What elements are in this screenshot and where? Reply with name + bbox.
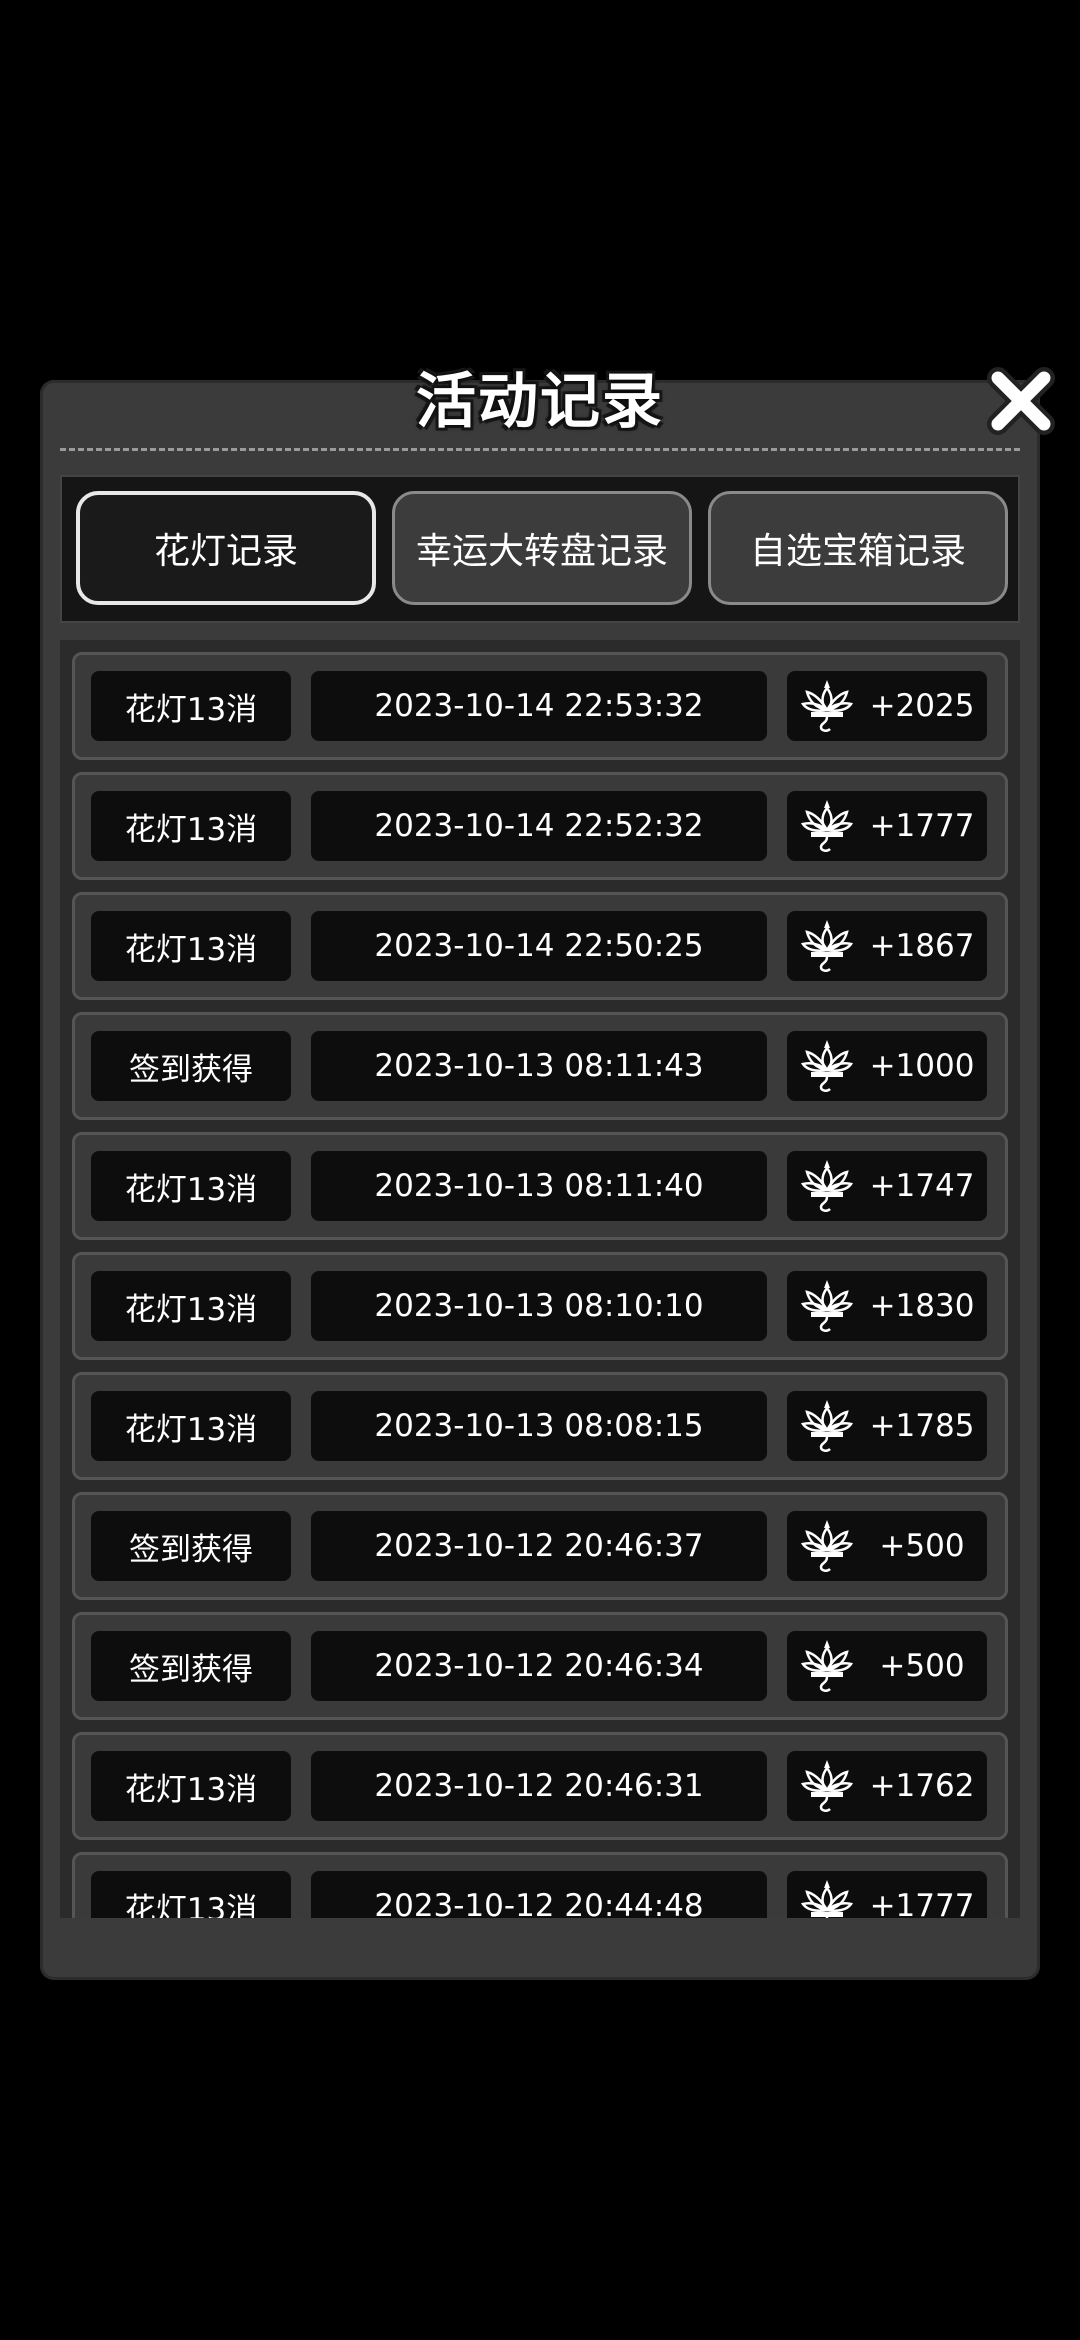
record-amount: +1000 [869,1048,975,1084]
record-amount-box: +1777 [787,1871,987,1918]
record-time: 2023-10-12 20:46:31 [311,1751,767,1821]
record-time: 2023-10-14 22:50:25 [311,911,767,981]
record-row: 签到获得 2023-10-12 20:46:34 +500 [72,1612,1008,1720]
record-amount-box: +1762 [787,1751,987,1821]
record-type: 花灯13消 [91,911,291,981]
lotus-lantern-icon [800,1760,854,1812]
record-time: 2023-10-13 08:11:43 [311,1031,767,1101]
record-amount-box: +500 [787,1631,987,1701]
tab-bar: 花灯记录 幸运大转盘记录 自选宝箱记录 [60,475,1020,623]
record-amount: +2025 [869,688,975,724]
record-row: 花灯13消 2023-10-12 20:44:48 +1777 [72,1852,1008,1918]
lotus-lantern-icon [800,1160,854,1212]
record-amount: +1867 [869,928,975,964]
record-time: 2023-10-12 20:46:34 [311,1631,767,1701]
record-amount-box: +1867 [787,911,987,981]
record-type: 签到获得 [91,1031,291,1101]
record-row: 花灯13消 2023-10-14 22:53:32 +2025 [72,652,1008,760]
record-time: 2023-10-12 20:44:48 [311,1871,767,1918]
record-amount-box: +1747 [787,1151,987,1221]
record-type: 花灯13消 [91,791,291,861]
tab-lucky-wheel-records[interactable]: 幸运大转盘记录 [392,491,692,605]
lotus-lantern-icon [800,920,854,972]
record-time: 2023-10-13 08:10:10 [311,1271,767,1341]
record-row: 花灯13消 2023-10-13 08:11:40 +1747 [72,1132,1008,1240]
record-type: 花灯13消 [91,1271,291,1341]
record-type: 花灯13消 [91,1151,291,1221]
record-amount: +500 [879,1528,965,1564]
title-divider [60,448,1020,451]
record-amount-box: +500 [787,1511,987,1581]
lotus-lantern-icon [800,1640,854,1692]
record-time: 2023-10-14 22:53:32 [311,671,767,741]
record-time: 2023-10-14 22:52:32 [311,791,767,861]
record-amount-box: +1000 [787,1031,987,1101]
record-type: 花灯13消 [91,1391,291,1461]
record-row: 签到获得 2023-10-13 08:11:43 +1000 [72,1012,1008,1120]
record-amount: +1747 [869,1168,975,1204]
close-icon [987,367,1055,435]
record-row: 花灯13消 2023-10-14 22:52:32 +1777 [72,772,1008,880]
lotus-lantern-icon [800,800,854,852]
lotus-lantern-icon [800,1880,854,1918]
record-row: 花灯13消 2023-10-13 08:08:15 +1785 [72,1372,1008,1480]
record-row: 签到获得 2023-10-12 20:46:37 +500 [72,1492,1008,1600]
tab-chest-records[interactable]: 自选宝箱记录 [708,491,1008,605]
record-list[interactable]: 花灯13消 2023-10-14 22:53:32 +2025 花灯13消 2023-… [60,640,1020,1918]
record-row: 花灯13消 2023-10-13 08:10:10 +1830 [72,1252,1008,1360]
record-amount: +1785 [869,1408,975,1444]
record-amount: +1777 [869,808,975,844]
record-time: 2023-10-13 08:08:15 [311,1391,767,1461]
record-type: 花灯13消 [91,1871,291,1918]
record-amount-box: +1785 [787,1391,987,1461]
record-time: 2023-10-13 08:11:40 [311,1151,767,1221]
lotus-lantern-icon [800,1520,854,1572]
record-type: 花灯13消 [91,1751,291,1821]
lotus-lantern-icon [800,1400,854,1452]
record-amount-box: +2025 [787,671,987,741]
record-amount: +500 [879,1648,965,1684]
close-button[interactable] [982,362,1060,440]
record-amount: +1830 [869,1288,975,1324]
tab-lantern-records[interactable]: 花灯记录 [76,491,376,605]
record-time: 2023-10-12 20:46:37 [311,1511,767,1581]
record-amount-box: +1777 [787,791,987,861]
record-amount: +1777 [869,1888,975,1918]
record-amount-box: +1830 [787,1271,987,1341]
record-amount: +1762 [869,1768,975,1804]
dialog-title: 活动记录 [416,367,664,437]
lotus-lantern-icon [800,1280,854,1332]
record-type: 花灯13消 [91,671,291,741]
record-row: 花灯13消 2023-10-12 20:46:31 +1762 [72,1732,1008,1840]
lotus-lantern-icon [800,1040,854,1092]
record-type: 签到获得 [91,1631,291,1701]
record-row: 花灯13消 2023-10-14 22:50:25 +1867 [72,892,1008,1000]
record-type: 签到获得 [91,1511,291,1581]
lotus-lantern-icon [800,680,854,732]
